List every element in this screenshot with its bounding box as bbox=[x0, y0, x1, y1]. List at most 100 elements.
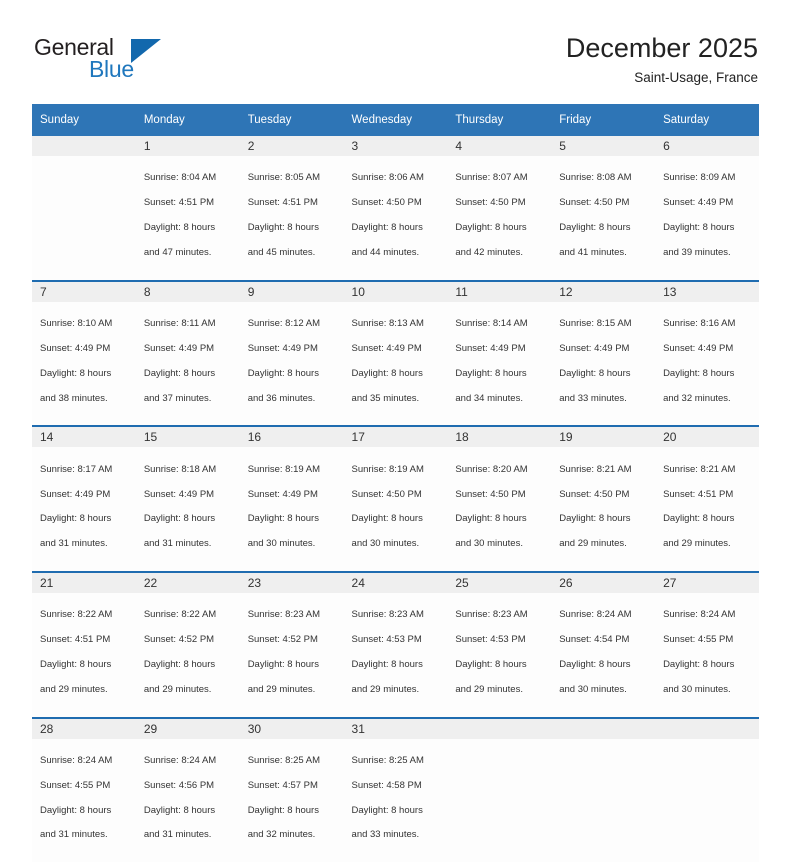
day-cell-number[interactable]: 23 bbox=[239, 572, 344, 593]
day-cell-number[interactable]: 29 bbox=[135, 718, 240, 739]
day-cell-detail[interactable]: Sunrise: 8:04 AM Sunset: 4:51 PM Dayligh… bbox=[135, 156, 240, 280]
daylight-text: Daylight: 8 hours bbox=[663, 367, 735, 379]
sunrise-text: Sunrise: 8:19 AM bbox=[247, 463, 321, 475]
daylight-text-cont: and 42 minutes. bbox=[455, 246, 523, 258]
day-cell-number[interactable]: 9 bbox=[239, 281, 344, 302]
week-1-daynum-row: 1 2 3 4 5 6 bbox=[32, 136, 759, 156]
day-cell-number[interactable]: 11 bbox=[447, 281, 552, 302]
calendar-grid: Sunday Monday Tuesday Wednesday Thursday… bbox=[32, 104, 759, 862]
sunset-text: Sunset: 4:49 PM bbox=[40, 488, 111, 500]
day-cell-detail[interactable]: Sunrise: 8:19 AM Sunset: 4:49 PM Dayligh… bbox=[239, 447, 344, 571]
sunrise-text: Sunrise: 8:22 AM bbox=[143, 609, 217, 621]
daylight-text: Daylight: 8 hours bbox=[143, 367, 216, 379]
day-cell-detail[interactable] bbox=[32, 156, 136, 280]
daylight-text: Daylight: 8 hours bbox=[455, 659, 527, 670]
day-cell-number[interactable]: 20 bbox=[655, 427, 759, 448]
daylight-text: Daylight: 8 hours bbox=[351, 513, 423, 525]
day-cell-number[interactable]: 24 bbox=[343, 572, 448, 593]
day-cell-number[interactable]: 8 bbox=[135, 281, 240, 302]
day-cell-detail[interactable]: Sunrise: 8:10 AM Sunset: 4:49 PM Dayligh… bbox=[32, 301, 136, 426]
day-cell-detail[interactable]: Sunrise: 8:24 AM Sunset: 4:56 PM Dayligh… bbox=[135, 738, 240, 862]
day-cell-number[interactable]: 31 bbox=[343, 718, 448, 739]
sunset-text: Sunset: 4:49 PM bbox=[40, 342, 111, 354]
day-cell-number[interactable]: 25 bbox=[447, 572, 552, 593]
sunrise-text: Sunrise: 8:14 AM bbox=[455, 318, 528, 330]
day-cell-number[interactable] bbox=[551, 718, 656, 739]
day-cell-detail[interactable]: Sunrise: 8:24 AM Sunset: 4:55 PM Dayligh… bbox=[32, 738, 136, 862]
daylight-text: Daylight: 8 hours bbox=[663, 659, 735, 670]
day-cell-number[interactable]: 22 bbox=[135, 572, 240, 593]
sunset-text: Sunset: 4:49 PM bbox=[455, 342, 526, 354]
day-cell-number[interactable]: 5 bbox=[551, 136, 656, 156]
day-cell-detail[interactable]: Sunrise: 8:09 AM Sunset: 4:49 PM Dayligh… bbox=[655, 156, 759, 280]
sunrise-text: Sunrise: 8:24 AM bbox=[40, 755, 113, 767]
sunrise-text: Sunrise: 8:08 AM bbox=[559, 172, 632, 184]
daylight-text-cont: and 32 minutes. bbox=[663, 392, 731, 404]
day-cell-number[interactable]: 13 bbox=[655, 281, 759, 302]
calendar-table: Sunday Monday Tuesday Wednesday Thursday… bbox=[32, 104, 759, 862]
day-cell-detail[interactable]: Sunrise: 8:12 AM Sunset: 4:49 PM Dayligh… bbox=[239, 301, 344, 426]
sunset-text: Sunset: 4:50 PM bbox=[351, 197, 422, 209]
day-cell-number[interactable]: 3 bbox=[343, 136, 448, 156]
day-cell-detail[interactable]: Sunrise: 8:11 AM Sunset: 4:49 PM Dayligh… bbox=[135, 301, 240, 426]
week-5-detail-row: Sunrise: 8:24 AM Sunset: 4:55 PM Dayligh… bbox=[32, 738, 759, 862]
day-cell-detail[interactable]: Sunrise: 8:21 AM Sunset: 4:51 PM Dayligh… bbox=[655, 447, 759, 571]
sunset-text: Sunset: 4:53 PM bbox=[455, 634, 526, 646]
day-cell-detail[interactable]: Sunrise: 8:17 AM Sunset: 4:49 PM Dayligh… bbox=[32, 447, 136, 571]
sunset-text: Sunset: 4:51 PM bbox=[247, 197, 318, 209]
day-cell-detail[interactable]: Sunrise: 8:08 AM Sunset: 4:50 PM Dayligh… bbox=[551, 156, 656, 280]
day-cell-number[interactable]: 30 bbox=[239, 718, 344, 739]
day-cell-detail[interactable]: Sunrise: 8:20 AM Sunset: 4:50 PM Dayligh… bbox=[447, 447, 552, 571]
sunrise-text: Sunrise: 8:19 AM bbox=[351, 463, 424, 475]
day-cell-number[interactable]: 12 bbox=[551, 281, 656, 302]
day-cell-detail[interactable]: Sunrise: 8:25 AM Sunset: 4:57 PM Dayligh… bbox=[239, 738, 344, 862]
day-cell-detail[interactable]: Sunrise: 8:21 AM Sunset: 4:50 PM Dayligh… bbox=[551, 447, 656, 571]
day-cell-detail[interactable]: Sunrise: 8:06 AM Sunset: 4:50 PM Dayligh… bbox=[343, 156, 448, 280]
day-cell-detail[interactable] bbox=[655, 738, 759, 862]
day-cell-number[interactable]: 15 bbox=[135, 427, 240, 448]
day-cell-number[interactable]: 14 bbox=[32, 427, 136, 448]
sunrise-text: Sunrise: 8:06 AM bbox=[351, 172, 424, 184]
daylight-text: Daylight: 8 hours bbox=[559, 513, 631, 525]
day-cell-number[interactable]: 17 bbox=[343, 427, 448, 448]
sunrise-text: Sunrise: 8:22 AM bbox=[40, 609, 113, 621]
day-cell-number[interactable]: 26 bbox=[551, 572, 656, 593]
day-cell-detail[interactable]: Sunrise: 8:19 AM Sunset: 4:50 PM Dayligh… bbox=[343, 447, 448, 571]
day-cell-detail[interactable]: Sunrise: 8:05 AM Sunset: 4:51 PM Dayligh… bbox=[239, 156, 344, 280]
day-cell-detail[interactable]: Sunrise: 8:15 AM Sunset: 4:49 PM Dayligh… bbox=[551, 301, 656, 426]
week-4-daynum-row: 21 22 23 24 25 26 27 bbox=[32, 572, 759, 593]
sunrise-text: Sunrise: 8:23 AM bbox=[247, 609, 321, 621]
day-cell-detail[interactable]: Sunrise: 8:13 AM Sunset: 4:49 PM Dayligh… bbox=[343, 301, 448, 426]
daylight-text-cont: and 37 minutes. bbox=[143, 392, 212, 404]
day-cell-detail[interactable]: Sunrise: 8:18 AM Sunset: 4:49 PM Dayligh… bbox=[135, 447, 240, 571]
sunrise-text: Sunrise: 8:11 AM bbox=[143, 318, 216, 330]
daylight-text: Daylight: 8 hours bbox=[40, 513, 112, 525]
day-cell-number[interactable]: 6 bbox=[655, 136, 759, 156]
daylight-text: Daylight: 8 hours bbox=[351, 222, 423, 234]
day-cell-number[interactable]: 27 bbox=[655, 572, 759, 593]
day-cell-detail[interactable]: Sunrise: 8:25 AM Sunset: 4:58 PM Dayligh… bbox=[343, 738, 448, 862]
day-cell-detail[interactable]: Sunrise: 8:16 AM Sunset: 4:49 PM Dayligh… bbox=[655, 301, 759, 426]
day-cell-number[interactable]: 18 bbox=[447, 427, 552, 448]
day-cell-number[interactable]: 28 bbox=[32, 718, 136, 739]
day-cell-number[interactable]: 7 bbox=[32, 281, 136, 302]
day-cell-detail[interactable]: Sunrise: 8:14 AM Sunset: 4:49 PM Dayligh… bbox=[447, 301, 552, 426]
day-cell-number[interactable] bbox=[32, 136, 136, 156]
sunrise-text: Sunrise: 8:21 AM bbox=[663, 463, 736, 475]
day-cell-number[interactable] bbox=[655, 718, 759, 739]
sunset-text: Sunset: 4:49 PM bbox=[143, 342, 215, 354]
day-cell-number[interactable]: 1 bbox=[135, 136, 240, 156]
day-cell-number[interactable]: 21 bbox=[32, 572, 136, 593]
day-cell-detail[interactable]: Sunrise: 8:07 AM Sunset: 4:50 PM Dayligh… bbox=[447, 156, 552, 280]
day-cell-detail[interactable] bbox=[447, 738, 552, 862]
day-cell-number[interactable]: 4 bbox=[447, 136, 552, 156]
sunset-text: Sunset: 4:52 PM bbox=[143, 634, 215, 646]
day-cell-number[interactable]: 2 bbox=[239, 136, 344, 156]
day-cell-number[interactable]: 16 bbox=[239, 427, 344, 448]
day-cell-detail[interactable] bbox=[551, 738, 656, 862]
day-cell-number[interactable]: 10 bbox=[343, 281, 448, 302]
sunrise-text: Sunrise: 8:10 AM bbox=[40, 318, 113, 330]
page-title: December 2025 bbox=[565, 33, 758, 63]
day-cell-number[interactable] bbox=[447, 718, 552, 739]
day-cell-number[interactable]: 19 bbox=[551, 427, 656, 448]
